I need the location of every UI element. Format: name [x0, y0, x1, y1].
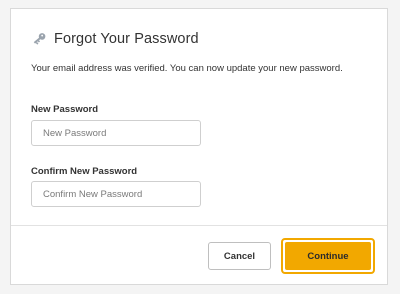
dialog-header: Forgot Your Password: [31, 29, 199, 49]
confirm-password-label: Confirm New Password: [31, 166, 138, 177]
key-icon: [31, 31, 47, 47]
new-password-input[interactable]: [31, 120, 201, 146]
continue-button[interactable]: Continue: [285, 242, 371, 270]
dialog-title: Forgot Your Password: [54, 31, 199, 47]
cancel-button[interactable]: Cancel: [208, 242, 271, 270]
forgot-password-dialog: Forgot Your Password Your email address …: [10, 8, 388, 285]
dialog-message: Your email address was verified. You can…: [31, 63, 343, 74]
continue-button-focus-ring: Continue: [281, 238, 375, 274]
footer-divider: [11, 225, 387, 226]
confirm-password-input[interactable]: [31, 181, 201, 207]
new-password-label: New Password: [31, 104, 99, 115]
